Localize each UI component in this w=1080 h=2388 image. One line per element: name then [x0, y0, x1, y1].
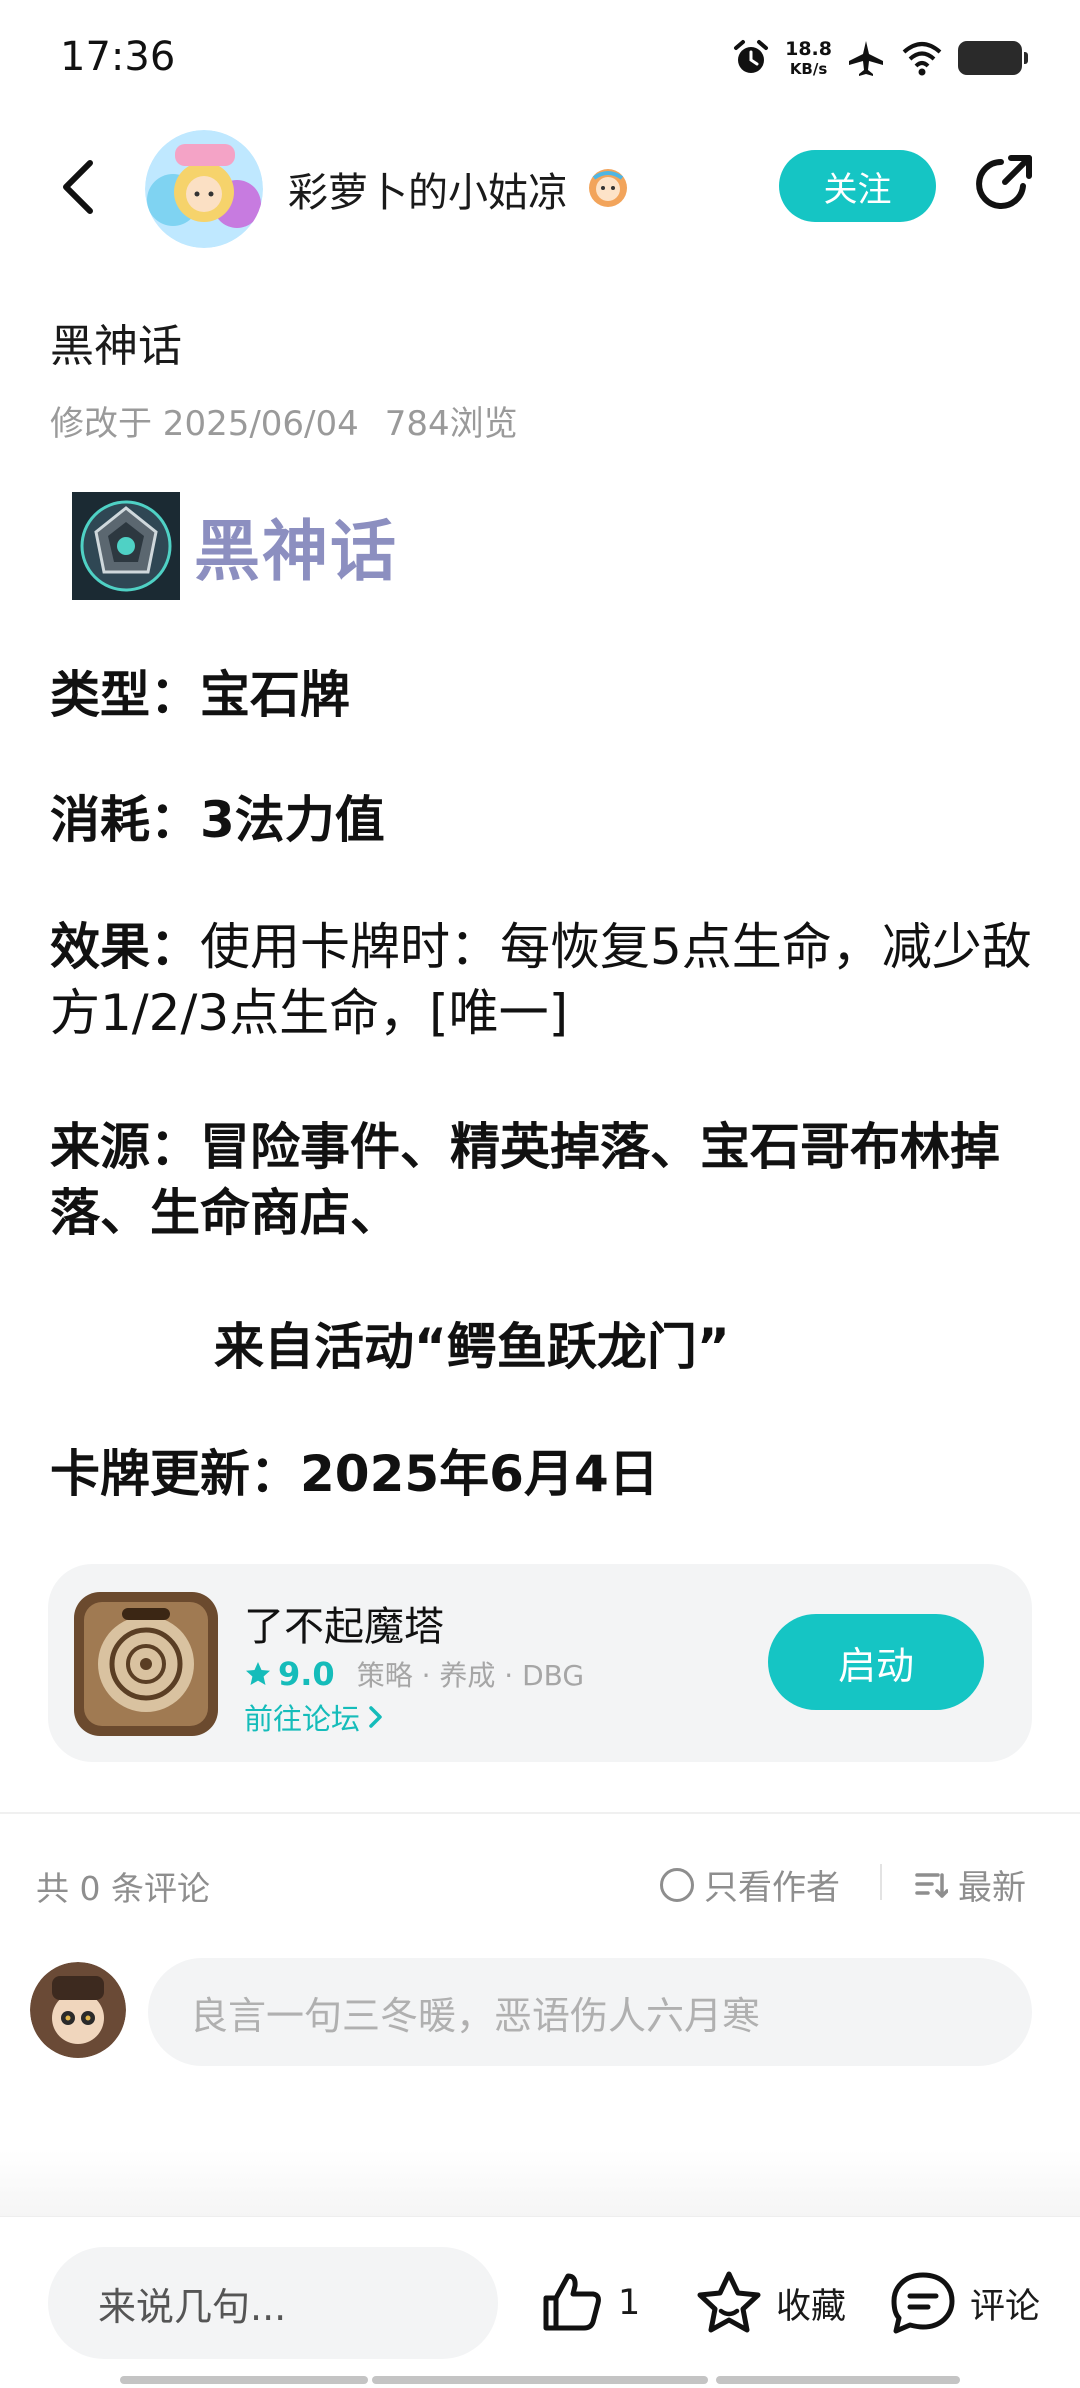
- field-effect: 效果：使用卡牌时：每恢复5点生命，减少敌方1/2/3点生命，[唯一]: [50, 914, 1040, 1046]
- app-rating: 9.0: [278, 1655, 335, 1693]
- comment-label: 评论: [970, 2286, 1041, 2327]
- app-name[interactable]: 了不起魔塔: [244, 1594, 444, 1652]
- like-button[interactable]: 1: [540, 2261, 640, 2345]
- comment-bubble-icon: [891, 2272, 955, 2334]
- chevron-left-icon: [63, 160, 93, 214]
- author-name[interactable]: 彩萝卜的小姑凉: [288, 160, 568, 218]
- battery-icon: [958, 41, 1028, 75]
- status-time: 17:36: [60, 34, 176, 80]
- status-icons: 18.8 KB/s: [731, 36, 1028, 80]
- comment-count: 共 0 条评论: [36, 1869, 210, 1908]
- user-avatar[interactable]: [30, 1962, 126, 2058]
- app-card[interactable]: 了不起魔塔 9.0 策略 · 养成 · DBG 前往论坛 启动: [48, 1564, 1032, 1762]
- card-heading: 黑神话: [72, 492, 398, 600]
- star-icon: [246, 1662, 270, 1685]
- post-header: 彩萝卜的小姑凉 关注: [0, 116, 1080, 256]
- radio-icon: [660, 1867, 694, 1902]
- only-author-toggle[interactable]: 只看作者: [660, 1860, 840, 1909]
- comment-input[interactable]: 良言一句三冬暖，恶语伤人六月寒: [148, 1958, 1032, 2066]
- wifi-icon: [902, 42, 942, 76]
- field-source: 来源：冒险事件、精英掉落、宝石哥布林掉落、生命商店、: [50, 1114, 1040, 1246]
- app-tags: 策略 · 养成 · DBG: [356, 1659, 585, 1692]
- sort-icon: [915, 1872, 948, 1898]
- field-effect-key: 效果：: [50, 918, 200, 976]
- network-speed: 18.8 KB/s: [785, 37, 832, 78]
- launch-button[interactable]: 启动: [768, 1614, 984, 1710]
- content-bottom-fade: [0, 2150, 1080, 2216]
- field-cost-key: 消耗：: [50, 791, 200, 849]
- field-source-key: 来源：: [50, 1118, 200, 1176]
- only-author-label: 只看作者: [704, 1868, 840, 1908]
- card-art-icon: [72, 492, 180, 600]
- author-badge-icon: [589, 169, 627, 207]
- airplane-icon: [849, 41, 883, 76]
- like-count: 1: [618, 2283, 641, 2323]
- favorite-button[interactable]: 收藏: [694, 2261, 846, 2345]
- back-button[interactable]: [48, 152, 108, 222]
- section-divider: [0, 1812, 1080, 1814]
- chevron-right-icon: [369, 1706, 382, 1728]
- bottom-action-bar: 来说几句... 1 收藏 评论: [0, 2216, 1080, 2388]
- sort-label: 最新: [958, 1868, 1026, 1908]
- share-button[interactable]: [968, 148, 1038, 220]
- sort-button[interactable]: 最新: [914, 1860, 1026, 1909]
- gesture-bar-segment: [716, 2376, 960, 2384]
- forum-link-label: 前往论坛: [244, 1702, 361, 1736]
- field-type-value: 宝石牌: [200, 666, 350, 724]
- share-icon: [976, 155, 1032, 209]
- field-source-extra: 来自活动“鳄鱼跃龙门”: [214, 1318, 730, 1376]
- field-update-key: 卡牌更新：: [50, 1445, 300, 1503]
- star-outline-icon: [697, 2271, 761, 2333]
- reply-input[interactable]: 来说几句...: [48, 2247, 498, 2359]
- gesture-bar-segment: [372, 2376, 708, 2384]
- forum-link[interactable]: 前往论坛: [244, 1696, 384, 1738]
- field-update-value: 2025年6月4日: [300, 1445, 659, 1503]
- field-cost-value: 3法力值: [200, 791, 385, 849]
- network-speed-unit: KB/s: [789, 59, 828, 78]
- field-update: 卡牌更新：2025年6月4日: [50, 1441, 1040, 1507]
- field-type-key: 类型：: [50, 666, 200, 724]
- status-bar: 17:36 18.8 KB/s: [0, 0, 1080, 116]
- alarm-icon: [734, 40, 769, 73]
- field-cost: 消耗：3法力值: [50, 787, 1040, 853]
- card-name: 黑神话: [194, 513, 398, 590]
- field-type: 类型：宝石牌: [50, 662, 1040, 728]
- gesture-bar-segment: [120, 2376, 368, 2384]
- comment-bar-separator: [880, 1864, 882, 1900]
- comment-button[interactable]: 评论: [888, 2261, 1040, 2345]
- modified-date: 修改于 2025/06/04: [50, 404, 359, 444]
- author-avatar[interactable]: [145, 130, 263, 248]
- app-icon[interactable]: [74, 1592, 218, 1736]
- thumbs-up-icon: [543, 2273, 601, 2331]
- view-count: 784浏览: [384, 404, 518, 444]
- post-meta: 修改于 2025/06/04 784浏览: [50, 396, 518, 445]
- post-title: 黑神话: [50, 321, 182, 372]
- follow-button[interactable]: 关注: [779, 150, 936, 222]
- network-speed-value: 18.8: [785, 37, 832, 60]
- app-rating-row: 9.0 策略 · 养成 · DBG: [244, 1654, 584, 1694]
- favorite-label: 收藏: [776, 2286, 847, 2327]
